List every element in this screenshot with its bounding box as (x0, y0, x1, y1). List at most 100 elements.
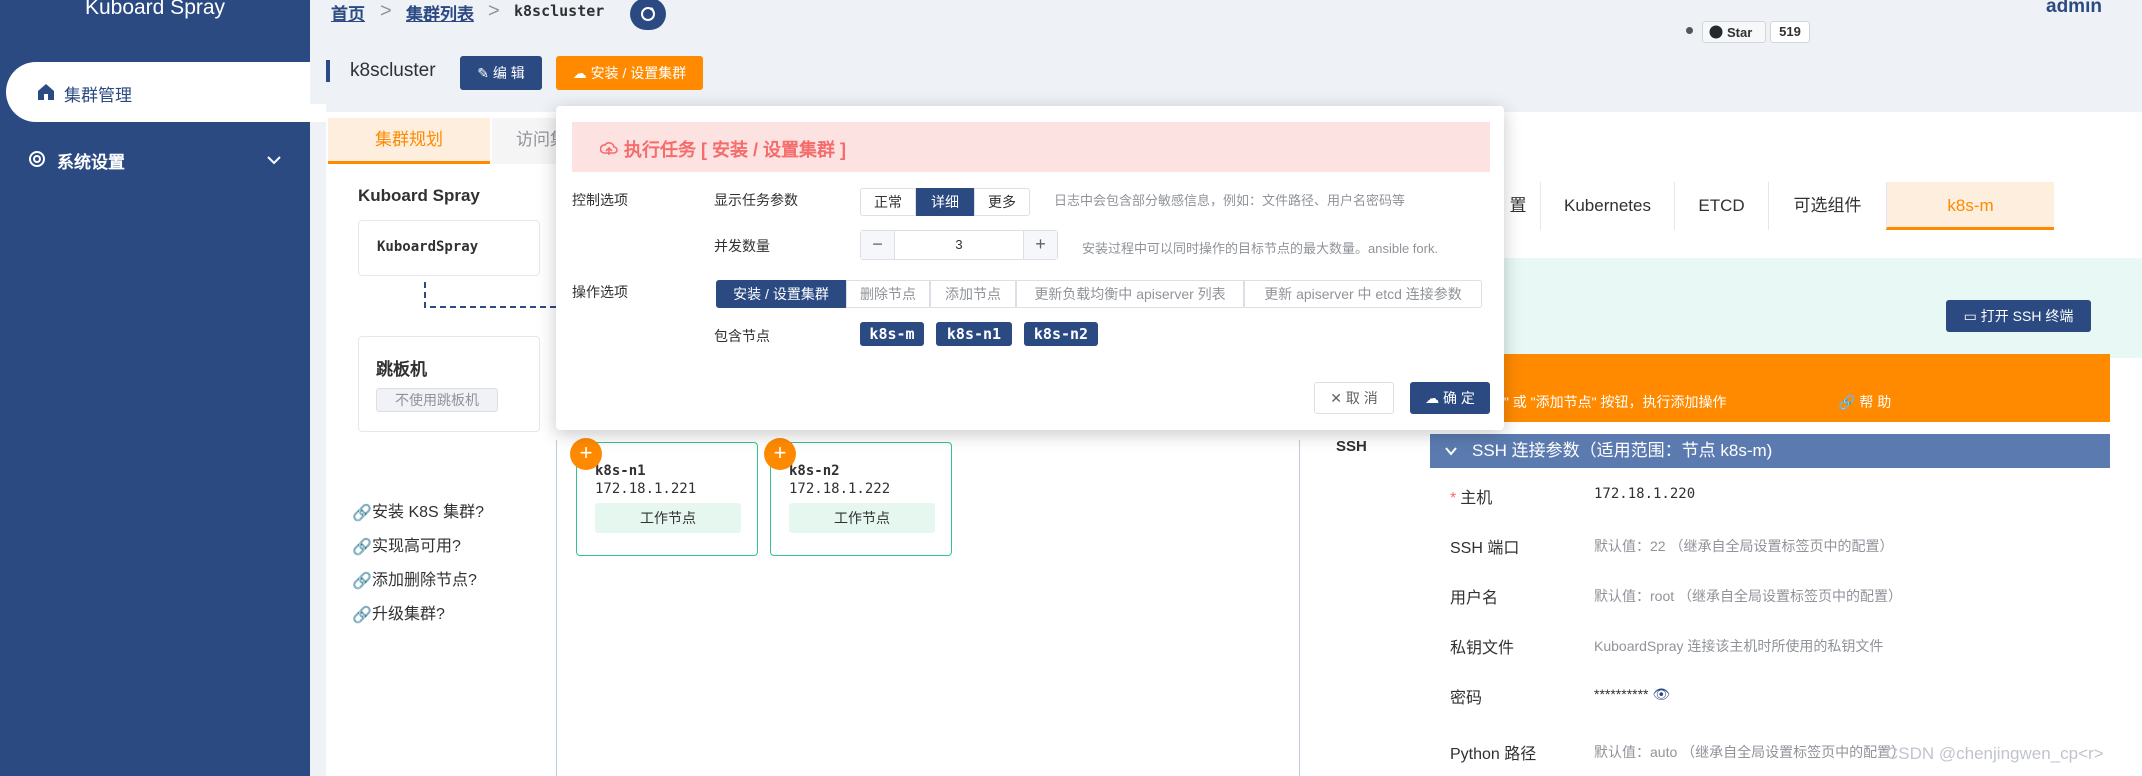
private-key-input[interactable]: KuboardSpray 连接该主机时所使用的私钥文件 (1594, 636, 1883, 656)
node-tag: k8s-n1 (936, 322, 1012, 346)
verbosity-more[interactable]: 更多 (974, 188, 1030, 216)
add-node-button[interactable]: + (764, 438, 796, 470)
watermark: CSDN @chenjingwen_cp<r> (1886, 744, 2104, 763)
title-accent (326, 60, 330, 82)
refresh-button[interactable] (630, 0, 666, 30)
help-link-add-remove[interactable]: 🔗添加删除节点? (352, 566, 477, 590)
ssh-port-label: SSH 端口 (1450, 540, 1520, 557)
fork-stepper[interactable]: − 3 + (860, 230, 1058, 260)
home-icon (38, 84, 54, 100)
install-cluster-button[interactable]: ☁ 安装 / 设置集群 (556, 56, 703, 90)
show-params-label: 显示任务参数 (714, 192, 798, 208)
open-ssh-terminal-button[interactable]: ▭ 打开 SSH 终端 (1946, 300, 2091, 332)
decrement-button[interactable]: − (861, 231, 895, 259)
link-icon: 🔗 (352, 539, 372, 556)
host-label: * 主机 (1450, 490, 1493, 507)
confirm-button[interactable]: ☁ 确 定 (1410, 382, 1490, 414)
breadcrumb-separator: > (488, 0, 500, 22)
fork-label: 并发数量 (714, 238, 770, 254)
node-tag: k8s-n2 (1024, 322, 1098, 346)
worker-node-card[interactable]: k8s-n1 172.18.1.221 工作节点 (576, 442, 758, 556)
close-icon: ✕ (1330, 390, 1346, 406)
help-link-upgrade[interactable]: 🔗升级集群? (352, 600, 445, 624)
cloud-upload-icon: ☁ (1425, 390, 1443, 406)
github-icon (1709, 25, 1723, 39)
github-star-count[interactable]: 519 (1770, 21, 1810, 43)
page-title: k8scluster (350, 60, 436, 81)
breadcrumb-cluster-list[interactable]: 集群列表 (406, 0, 474, 25)
python-path-label: Python 路径 (1450, 746, 1537, 763)
tab-k8s-m[interactable]: k8s-m (1886, 182, 2054, 230)
op-update-etcd-params[interactable]: 更新 apiserver 中 etcd 连接参数 (1244, 280, 1482, 308)
tab-kubernetes[interactable]: Kubernetes (1540, 182, 1674, 230)
worker-node-card[interactable]: k8s-n2 172.18.1.222 工作节点 (770, 442, 952, 556)
cloud-upload-icon (600, 142, 618, 155)
edit-button[interactable]: ✎ 编 辑 (460, 56, 542, 90)
op-update-apiserver-list[interactable]: 更新负载均衡中 apiserver 列表 (1016, 280, 1244, 308)
link-icon: 🔗 (1838, 394, 1860, 410)
breadcrumb-current: k8scluster (514, 2, 605, 20)
sidebar-item-label: 系统设置 (57, 153, 125, 172)
private-key-label: 私钥文件 (1450, 640, 1515, 657)
tab-optional-components[interactable]: 可选组件 (1768, 182, 1886, 230)
increment-button[interactable]: + (1023, 231, 1057, 259)
eye-icon[interactable]: 👁 (1652, 686, 1670, 702)
help-link-ha[interactable]: 🔗实现高可用? (352, 532, 461, 556)
link-icon: 🔗 (352, 505, 372, 522)
chevron-down-icon (1445, 447, 1457, 456)
info-banner: 装/设置集群" 或 "添加节点" 按钮，执行添加操作 🔗 帮 助 (1430, 354, 2110, 422)
refresh-icon (641, 7, 655, 21)
control-options-label: 控制选项 (572, 192, 628, 208)
jump-host-title: 跳板机 (376, 360, 427, 379)
ssh-params-header[interactable]: SSH 连接参数（适用范围：节点 k8s-m) (1430, 434, 2110, 468)
help-link[interactable]: 🔗 帮 助 (1838, 392, 1891, 412)
operation-options-label: 操作选项 (572, 284, 628, 300)
user-menu[interactable]: admin (2046, 0, 2102, 18)
edit-icon: ✎ (477, 65, 493, 81)
password-input[interactable]: ********** 👁 (1594, 686, 1670, 703)
include-nodes-label: 包含节点 (714, 328, 770, 344)
breadcrumb-separator: > (380, 0, 392, 22)
kuboardspray-node[interactable]: KuboardSpray (358, 220, 540, 276)
github-star-button[interactable]: Star (1702, 21, 1766, 43)
tab-etcd[interactable]: ETCD (1674, 182, 1768, 230)
link-icon: 🔗 (352, 573, 372, 590)
cancel-button[interactable]: ✕ 取 消 (1314, 382, 1394, 414)
terminal-icon: ▭ (1963, 308, 1981, 324)
cloud-upload-icon: ☁ (572, 65, 591, 81)
brand-title: Kuboard Spray (84, 0, 226, 19)
breadcrumb-home[interactable]: 首页 (331, 0, 365, 25)
sidebar-item-cluster-management[interactable]: 集群管理 (6, 62, 326, 122)
tab-cluster-plan[interactable]: 集群规划 (328, 118, 490, 164)
dialog-title: 执行任务 [ 安装 / 设置集群 ] (624, 140, 846, 160)
link-icon: 🔗 (352, 607, 372, 624)
ssh-section-label: SSH (1336, 438, 1367, 455)
username-label: 用户名 (1450, 590, 1499, 607)
op-install[interactable]: 安装 / 设置集群 (716, 280, 846, 308)
node-tag: k8s-m (860, 322, 924, 346)
add-node-button[interactable]: + (570, 438, 602, 470)
ssh-port-input[interactable]: 默认值：22 （继承自全局设置标签页中的配置） (1594, 536, 1893, 556)
host-value[interactable]: 172.18.1.220 (1594, 486, 1695, 502)
chevron-down-icon (267, 156, 281, 165)
sidebar-item-label: 集群管理 (64, 86, 132, 105)
github-star-label: Star (1727, 25, 1753, 40)
connector-line (424, 282, 560, 308)
verbosity-hint: 日志中会包含部分敏感信息，例如：文件路径、用户名密码等 (1054, 193, 1406, 208)
username-input[interactable]: 默认值：root （继承自全局设置标签页中的配置） (1594, 586, 1902, 606)
sidebar-item-system-settings[interactable]: 系统设置 (0, 140, 310, 180)
fork-value[interactable]: 3 (895, 231, 1023, 259)
op-add-node[interactable]: 添加节点 (930, 280, 1016, 308)
python-path-input[interactable]: 默认值：auto （继承自全局设置标签页中的配置） (1594, 742, 1905, 762)
column-title: Kuboard Spray (358, 186, 480, 205)
op-remove-node[interactable]: 删除节点 (846, 280, 930, 308)
password-label: 密码 (1450, 690, 1483, 707)
help-link-install[interactable]: 🔗安装 K8S 集群? (352, 498, 484, 522)
verbosity-detail[interactable]: 详细 (916, 188, 974, 216)
status-dot (1686, 27, 1693, 34)
verbosity-normal[interactable]: 正常 (860, 188, 916, 216)
fork-hint: 安装过程中可以同时操作的目标节点的最大数量。ansible fork. (1082, 241, 1439, 256)
gear-icon (29, 151, 45, 167)
jump-host-card[interactable] (358, 336, 540, 432)
jump-host-tag: 不使用跳板机 (376, 388, 498, 412)
